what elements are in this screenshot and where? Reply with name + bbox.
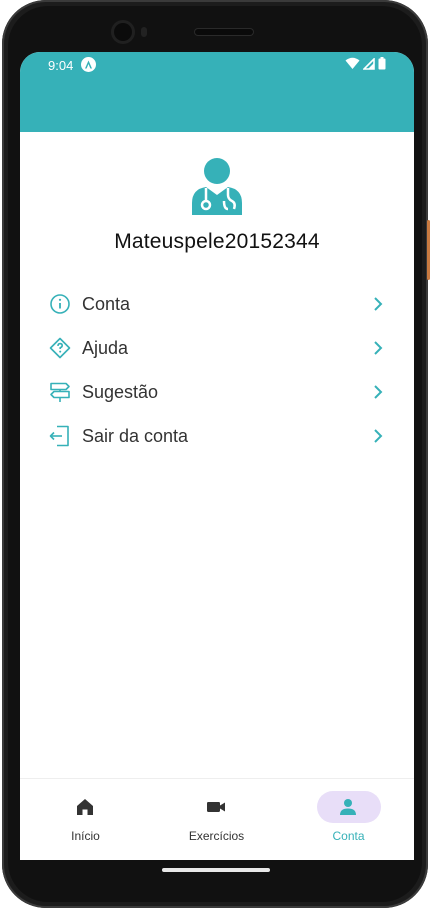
home-icon [73, 795, 97, 819]
status-time: 9:04 [48, 58, 74, 73]
chevron-right-icon [370, 426, 386, 446]
front-camera [114, 23, 132, 41]
help-diamond-icon [48, 336, 72, 360]
nav-label: Exercícios [188, 829, 245, 843]
signpost-icon [48, 380, 72, 404]
app-screen: 9:04 Mateuspele20152344 Conta Ajuda Suge… [20, 52, 414, 860]
doctor-avatar-icon [190, 157, 244, 217]
menu-item-label: Sugestão [82, 382, 159, 402]
wifi-icon [345, 57, 360, 69]
menu-item-label: Ajuda [82, 338, 129, 358]
nav-item-exercicios[interactable]: Exercícios [151, 779, 282, 860]
nav-label: Início [71, 829, 100, 843]
gesture-home-bar[interactable] [162, 868, 270, 872]
menu-item-sair[interactable]: Sair da conta [20, 414, 414, 458]
app-header: 9:04 [20, 52, 414, 132]
nav-label: Conta [332, 829, 365, 843]
status-icons [345, 57, 386, 70]
bottom-navigation: Início Exercícios Conta [20, 779, 414, 860]
nav-item-inicio[interactable]: Início [20, 779, 151, 860]
menu-item-label: Conta [82, 294, 131, 314]
chevron-right-icon [370, 338, 386, 358]
info-icon [48, 292, 72, 316]
menu-item-ajuda[interactable]: Ajuda [20, 326, 414, 370]
chevron-right-icon [370, 382, 386, 402]
battery-icon [378, 57, 386, 70]
menu-item-conta[interactable]: Conta [20, 282, 414, 326]
logout-icon [48, 424, 72, 448]
person-icon [336, 795, 360, 819]
earpiece-speaker [195, 29, 253, 35]
nav-item-conta[interactable]: Conta [283, 779, 414, 860]
video-camera-icon [204, 795, 228, 819]
signal-icon [363, 57, 375, 70]
menu-item-label: Sair da conta [82, 426, 189, 446]
camera-sensor [141, 27, 147, 37]
profile-username: Mateuspele20152344 [114, 230, 320, 253]
chevron-right-icon [370, 294, 386, 314]
menu-item-sugestao[interactable]: Sugestão [20, 370, 414, 414]
app-notification-icon [81, 57, 96, 72]
